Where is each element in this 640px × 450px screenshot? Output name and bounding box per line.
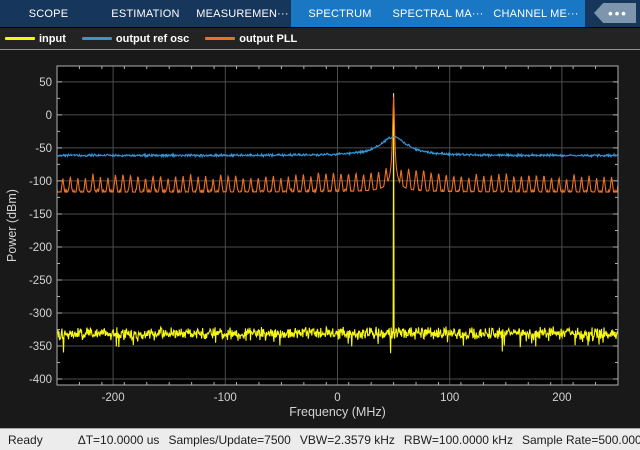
legend-item-output-pll[interactable]: output PLL [205,33,297,45]
status-field: Samples/Update=7500 [168,433,290,447]
status-field: Sample Rate=500.0000 [522,433,640,447]
tab-measurements[interactable]: MEASUREMEN··· [194,0,291,27]
status-ready: Ready [8,433,43,447]
status-bar: Ready ΔT=10.0000 us Samples/Update=7500 … [0,428,640,450]
status-fields: ΔT=10.0000 us Samples/Update=7500 VBW=2.… [78,433,640,447]
plot-region: -200 -100 0 100 200 50 0 -50 -100 -150 -200 -250 -30… [0,50,640,428]
svg-text:-400: -400 [29,374,52,386]
svg-text:-50: -50 [35,143,52,155]
legend-swatch [205,37,235,40]
svg-text:-200: -200 [102,392,125,404]
svg-text:-100: -100 [29,176,52,188]
svg-text:200: 200 [552,392,571,404]
legend-label: input [39,33,66,45]
legend-bar: input output ref osc output PLL [0,28,640,49]
tab-channel-measurements[interactable]: CHANNEL ME··· [487,0,585,27]
svg-text:100: 100 [440,392,459,404]
legend-swatch [5,37,35,40]
tab-estimation[interactable]: ESTIMATION [97,0,194,27]
status-field: VBW=2.3579 kHz [300,433,395,447]
svg-text:0: 0 [46,110,52,122]
tab-spectral-mask[interactable]: SPECTRAL MA··· [389,0,487,27]
tab-scope[interactable]: SCOPE [0,0,97,27]
legend-label: output ref osc [116,33,189,45]
toolstrip-active-group: SPECTRUM SPECTRAL MA··· CHANNEL ME··· [291,0,585,27]
svg-text:-100: -100 [214,392,237,404]
spectrum-analyzer-window: SCOPE ESTIMATION MEASUREMEN··· SPECTRUM … [0,0,640,450]
status-field: ΔT=10.0000 us [78,433,160,447]
svg-text:-250: -250 [29,275,52,287]
svg-text:-350: -350 [29,341,52,353]
legend-item-input[interactable]: input [5,33,66,45]
legend-label: output PLL [239,33,297,45]
svg-text:-300: -300 [29,308,52,320]
svg-text:Power (dBm): Power (dBm) [5,189,19,262]
toolstrip: SCOPE ESTIMATION MEASUREMEN··· SPECTRUM … [0,0,640,28]
legend-item-output-ref-osc[interactable]: output ref osc [82,33,189,45]
svg-text:-150: -150 [29,209,52,221]
svg-text:0: 0 [334,392,340,404]
status-field: RBW=100.0000 kHz [404,433,513,447]
tab-spectrum[interactable]: SPECTRUM [291,0,389,27]
legend-swatch [82,37,112,40]
spectrum-plot[interactable]: -200 -100 0 100 200 50 0 -50 -100 -150 -200 -250 -30… [0,50,640,428]
svg-text:Frequency (MHz): Frequency (MHz) [289,405,386,419]
svg-text:50: 50 [39,77,52,89]
svg-text:-200: -200 [29,242,52,254]
